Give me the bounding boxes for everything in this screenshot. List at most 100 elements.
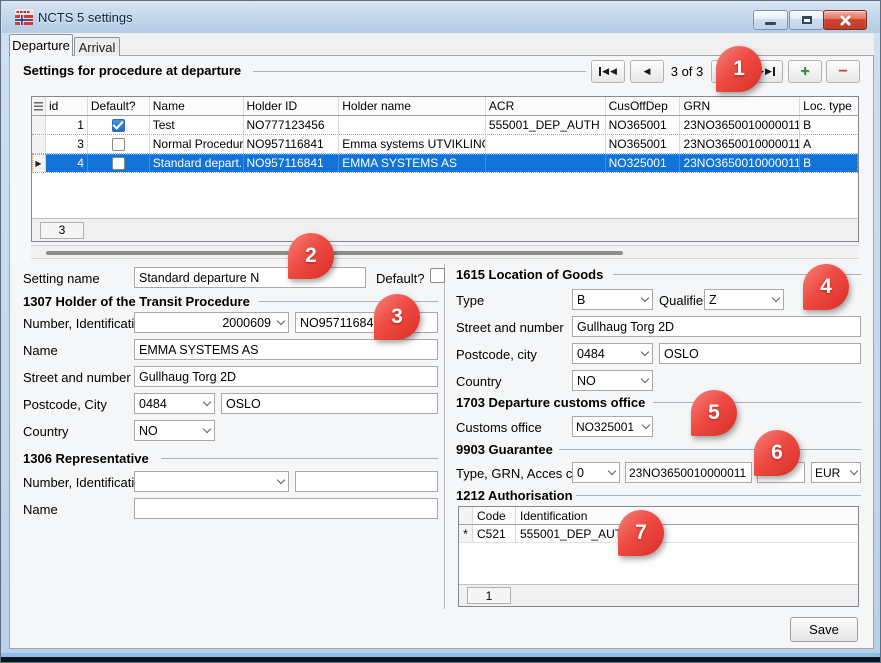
ncts-settings-window: NCTS 5 settings Departure Arrival Settin… bbox=[0, 0, 881, 663]
app-icon bbox=[15, 9, 33, 25]
location-street-label: Street and number bbox=[456, 320, 564, 335]
holder-country-combobox[interactable]: NO bbox=[134, 420, 215, 441]
grid-footer: 3 bbox=[32, 218, 858, 241]
auth-column-code[interactable]: Code bbox=[473, 507, 516, 524]
holder-postcode-combobox[interactable]: 0484 bbox=[134, 393, 215, 414]
qualifier-combobox[interactable]: Z bbox=[704, 289, 784, 310]
callout-badge-2: 2 bbox=[288, 233, 334, 279]
maximize-button[interactable] bbox=[789, 10, 824, 30]
default-checkbox-unchecked[interactable] bbox=[112, 138, 125, 151]
group-title-1307: 1307 Holder of the Transit Procedure bbox=[23, 294, 250, 309]
rep-number-id-label: Number, Identification bbox=[23, 475, 149, 490]
default-checkbox-unchecked[interactable] bbox=[112, 157, 125, 170]
first-record-icon bbox=[599, 67, 601, 76]
settings-grid: id Default? Name Holder ID Holder name A… bbox=[31, 96, 859, 242]
save-button[interactable]: Save bbox=[790, 617, 858, 642]
table-row-selected[interactable]: ▶ 4 Standard depart... NO957116841 EMMA … bbox=[32, 154, 858, 173]
chevron-down-icon bbox=[277, 476, 285, 484]
column-header-name[interactable]: Name bbox=[150, 97, 244, 115]
chevron-down-icon bbox=[203, 398, 211, 406]
rep-name-input[interactable] bbox=[134, 498, 438, 519]
tab-departure[interactable]: Departure bbox=[9, 34, 73, 56]
rep-name-label: Name bbox=[23, 502, 58, 517]
chevron-down-icon bbox=[641, 294, 649, 302]
previous-record-icon: ◀ bbox=[644, 67, 651, 76]
location-type-combobox[interactable]: B bbox=[572, 289, 653, 310]
minimize-icon bbox=[765, 22, 776, 25]
record-position-label: 3 of 3 bbox=[665, 64, 709, 79]
tab-arrival[interactable]: Arrival bbox=[74, 37, 120, 56]
guarantee-grn-input[interactable]: 23NO3650010000011 bbox=[625, 462, 752, 483]
nav-add-button[interactable]: + bbox=[788, 60, 822, 83]
location-postcode-city-label: Postcode, city bbox=[456, 347, 537, 362]
location-country-combobox[interactable]: NO bbox=[572, 370, 653, 391]
column-header-loc-type[interactable]: Loc. type bbox=[800, 97, 858, 115]
customs-office-combobox[interactable]: NO325001 bbox=[572, 416, 653, 437]
row-marker-cell[interactable] bbox=[32, 116, 46, 134]
group-title-1703: 1703 Departure customs office bbox=[456, 395, 645, 410]
form-column-divider bbox=[444, 264, 445, 609]
callout-badge-3: 3 bbox=[374, 294, 420, 340]
location-postcode-combobox[interactable]: 0484 bbox=[572, 343, 653, 364]
setting-name-label: Setting name bbox=[23, 271, 100, 286]
horizontal-scrollbar[interactable] bbox=[31, 245, 859, 259]
auth-corner-cell[interactable] bbox=[459, 507, 473, 524]
column-header-holder-id[interactable]: Holder ID bbox=[244, 97, 340, 115]
close-icon bbox=[840, 15, 851, 26]
close-button[interactable] bbox=[823, 10, 867, 30]
group-title-9903: 9903 Guarantee bbox=[456, 442, 553, 457]
holder-street-label: Street and number bbox=[23, 370, 131, 385]
location-street-input[interactable]: Gullhaug Torg 2D bbox=[572, 316, 861, 337]
row-marker-cell[interactable]: ▶ bbox=[32, 154, 46, 172]
column-header-holder-name[interactable]: Holder name bbox=[339, 97, 486, 115]
column-header-id[interactable]: id bbox=[46, 97, 88, 115]
group-title-departure-settings: Settings for procedure at departure bbox=[23, 63, 241, 78]
column-header-acr[interactable]: ACR bbox=[486, 97, 606, 115]
column-header-grn[interactable]: GRN bbox=[680, 97, 800, 115]
grid-corner-cell[interactable] bbox=[32, 97, 46, 115]
last-record-icon bbox=[773, 67, 775, 76]
rep-identification-input[interactable] bbox=[295, 471, 438, 492]
scrollbar-thumb[interactable] bbox=[46, 251, 623, 255]
callout-badge-7: 7 bbox=[618, 510, 664, 556]
row-marker-cell[interactable] bbox=[32, 135, 46, 153]
rep-number-combobox[interactable] bbox=[134, 471, 289, 492]
auth-row-marker: * bbox=[459, 525, 473, 542]
holder-city-input[interactable]: OSLO bbox=[221, 393, 438, 414]
callout-badge-1: 1 bbox=[716, 46, 762, 92]
column-header-default[interactable]: Default? bbox=[88, 97, 150, 115]
nav-previous-button[interactable]: ◀ bbox=[630, 60, 664, 83]
table-row[interactable]: 3 Normal Procedure NO957116841 Emma syst… bbox=[32, 135, 858, 154]
group-line bbox=[253, 71, 586, 72]
nav-first-button[interactable]: ◀◀ bbox=[591, 60, 625, 83]
chevron-down-icon bbox=[642, 421, 650, 429]
table-row[interactable]: 1 Test NO777123456 555001_DEP_AUTH NO365… bbox=[32, 116, 858, 135]
customs-office-label: Customs office bbox=[456, 420, 542, 435]
guarantee-currency-combobox[interactable]: EUR bbox=[811, 462, 861, 483]
chevron-down-icon bbox=[608, 467, 616, 475]
titlebar[interactable]: NCTS 5 settings bbox=[2, 1, 881, 33]
holder-number-combobox[interactable]: 2000609 bbox=[134, 312, 289, 333]
column-header-cusoffdep[interactable]: CusOffDep bbox=[606, 97, 681, 115]
location-country-label: Country bbox=[456, 374, 502, 389]
maximize-icon bbox=[802, 16, 812, 24]
default-label: Default? bbox=[376, 271, 424, 286]
default-checkbox-checked[interactable] bbox=[112, 119, 125, 132]
default-checkbox[interactable] bbox=[430, 268, 445, 283]
holder-name-label: Name bbox=[23, 343, 58, 358]
minimize-button[interactable] bbox=[753, 10, 788, 30]
chevron-down-icon bbox=[203, 425, 211, 433]
auth-column-identification[interactable]: Identification bbox=[516, 507, 858, 524]
holder-street-input[interactable]: Gullhaug Torg 2D bbox=[134, 366, 438, 387]
chevron-down-icon bbox=[641, 375, 649, 383]
holder-name-input[interactable]: EMMA SYSTEMS AS bbox=[134, 339, 438, 360]
callout-badge-4: 4 bbox=[803, 264, 849, 310]
setting-name-input[interactable]: Standard departure N bbox=[134, 267, 366, 288]
current-row-arrow-icon: ▶ bbox=[35, 159, 41, 168]
window-title: NCTS 5 settings bbox=[38, 10, 133, 25]
location-city-input[interactable]: OSLO bbox=[659, 343, 861, 364]
holder-number-id-label: Number, Identification bbox=[23, 316, 149, 331]
callout-badge-6: 6 bbox=[754, 430, 800, 476]
nav-remove-button[interactable]: − bbox=[826, 60, 860, 83]
guarantee-type-combobox[interactable]: 0 bbox=[572, 462, 620, 483]
